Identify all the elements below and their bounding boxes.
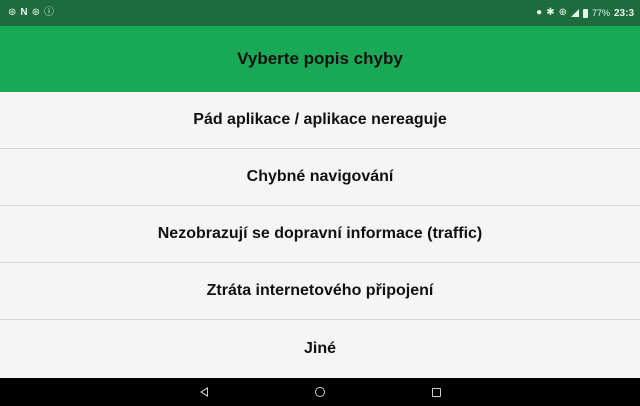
bluetooth-icon: ✱ bbox=[546, 7, 555, 18]
signal-icon bbox=[570, 9, 579, 17]
back-icon bbox=[200, 387, 208, 397]
battery-level: 77% bbox=[591, 8, 610, 18]
notification-icon: ⊛ bbox=[8, 7, 17, 18]
navigation-bar bbox=[0, 378, 640, 406]
notification-icon: ⊛ bbox=[31, 7, 41, 18]
page-title: Vyberte popis chyby bbox=[237, 49, 403, 68]
location-icon: ● bbox=[536, 7, 543, 18]
home-icon bbox=[315, 387, 325, 397]
info-icon: ⓘ bbox=[44, 7, 55, 18]
option-other[interactable]: Jiné bbox=[0, 320, 640, 377]
clock: 23:3 bbox=[613, 7, 634, 19]
n-icon: N bbox=[20, 7, 28, 18]
status-bar: ⊛ N ⊛ ⓘ ● ✱ ⊕ 77% 23:3 bbox=[0, 0, 640, 26]
recents-button[interactable] bbox=[426, 382, 446, 402]
option-label: Chybné navigování bbox=[246, 168, 394, 185]
back-button[interactable] bbox=[194, 382, 214, 402]
option-label: Ztráta internetového připojení bbox=[206, 282, 434, 299]
header: Vyberte popis chyby bbox=[0, 26, 640, 92]
status-right: ● ✱ ⊕ 77% 23:3 bbox=[536, 8, 634, 19]
option-label: Nezobrazují se dopravní informace (traff… bbox=[157, 225, 483, 242]
sync-icon: ⊕ bbox=[558, 7, 567, 18]
option-traffic-info-missing[interactable]: Nezobrazují se dopravní informace (traff… bbox=[0, 206, 640, 263]
option-list: Pád aplikace / aplikace nereaguje Chybné… bbox=[0, 92, 640, 377]
recents-icon bbox=[431, 387, 441, 397]
option-internet-lost[interactable]: Ztráta internetového připojení bbox=[0, 263, 640, 320]
option-app-crash[interactable]: Pád aplikace / aplikace nereaguje bbox=[0, 92, 640, 149]
app-screen: ⊛ N ⊛ ⓘ ● ✱ ⊕ 77% 23:3 Vyberte popis chy… bbox=[0, 0, 640, 406]
option-wrong-navigation[interactable]: Chybné navigování bbox=[0, 149, 640, 206]
status-left: ⊛ N ⊛ ⓘ bbox=[8, 8, 54, 18]
option-label: Jiné bbox=[303, 339, 336, 357]
option-label: Pád aplikace / aplikace nereaguje bbox=[193, 111, 447, 128]
home-button[interactable] bbox=[310, 382, 330, 402]
battery-icon bbox=[582, 8, 588, 18]
